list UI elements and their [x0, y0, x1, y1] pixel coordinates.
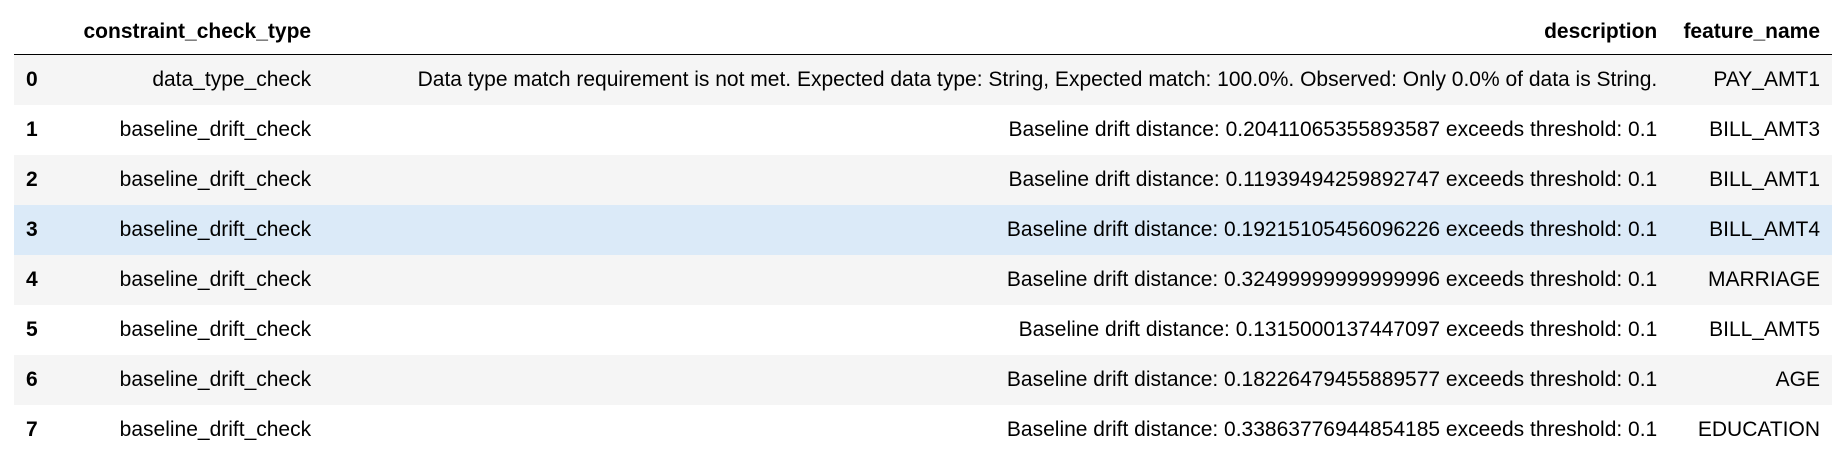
row-index: 3 — [26, 218, 38, 241]
dataframe-output: constraint_check_type description featur… — [14, 10, 1832, 455]
table-body: 0 data_type_check Data type match requir… — [14, 54, 1832, 455]
constraint-check-type-cell: baseline_drift_check — [119, 368, 312, 391]
description-cell: Baseline drift distance: 0.1315000137447… — [1018, 318, 1658, 341]
feature-name-cell: MARRIAGE — [1707, 268, 1820, 291]
description-cell: Baseline drift distance: 0.1193949425989… — [1008, 168, 1658, 191]
table-row: 1 baseline_drift_check Baseline drift di… — [14, 105, 1832, 155]
row-index: 1 — [26, 118, 38, 141]
description-cell: Data type match requirement is not met. … — [417, 68, 1658, 91]
constraint-check-type-cell: baseline_drift_check — [119, 118, 312, 141]
table-row: 4 baseline_drift_check Baseline drift di… — [14, 255, 1832, 305]
table-row: 5 baseline_drift_check Baseline drift di… — [14, 305, 1832, 355]
table-header: constraint_check_type description featur… — [14, 10, 1832, 55]
constraint-check-type-cell: baseline_drift_check — [119, 318, 312, 341]
table-row: 0 data_type_check Data type match requir… — [14, 54, 1832, 105]
row-index: 4 — [26, 268, 38, 291]
feature-name-cell: EDUCATION — [1697, 418, 1820, 441]
description-cell: Baseline drift distance: 0.1822647945588… — [1006, 368, 1658, 391]
description-header: description — [323, 10, 1670, 55]
constraint-check-type-cell: baseline_drift_check — [119, 218, 312, 241]
feature-name-cell: BILL_AMT3 — [1709, 118, 1820, 141]
table-row: 2 baseline_drift_check Baseline drift di… — [14, 155, 1832, 205]
table-row: 7 baseline_drift_check Baseline drift di… — [14, 405, 1832, 455]
feature-name-cell: AGE — [1775, 368, 1820, 391]
description-cell: Baseline drift distance: 0.1921510545609… — [1006, 218, 1658, 241]
feature-name-cell: BILL_AMT1 — [1709, 168, 1820, 191]
row-index: 6 — [26, 368, 38, 391]
constraint-check-type-cell: baseline_drift_check — [119, 418, 312, 441]
description-cell: Baseline drift distance: 0.3249999999999… — [1006, 268, 1658, 291]
header-row: constraint_check_type description featur… — [14, 10, 1832, 55]
table-row: 6 baseline_drift_check Baseline drift di… — [14, 355, 1832, 405]
feature-name-cell: BILL_AMT5 — [1709, 318, 1820, 341]
feature-name-cell: BILL_AMT4 — [1709, 218, 1820, 241]
constraint-check-type-cell: baseline_drift_check — [119, 168, 312, 191]
table-row: 3 baseline_drift_check Baseline drift di… — [14, 205, 1832, 255]
violations-table: constraint_check_type description featur… — [14, 10, 1832, 455]
description-cell: Baseline drift distance: 0.3386377694485… — [1006, 418, 1658, 441]
row-index: 5 — [26, 318, 38, 341]
constraint-check-type-header: constraint_check_type — [57, 10, 324, 55]
feature-name-header: feature_name — [1669, 10, 1832, 55]
index-header — [14, 10, 58, 55]
description-cell: Baseline drift distance: 0.2041106535589… — [1008, 118, 1658, 141]
row-index: 0 — [26, 68, 38, 91]
constraint-check-type-cell: data_type_check — [152, 68, 312, 91]
row-index: 7 — [26, 418, 38, 441]
row-index: 2 — [26, 168, 38, 191]
feature-name-cell: PAY_AMT1 — [1713, 68, 1820, 91]
constraint-check-type-cell: baseline_drift_check — [119, 268, 312, 291]
